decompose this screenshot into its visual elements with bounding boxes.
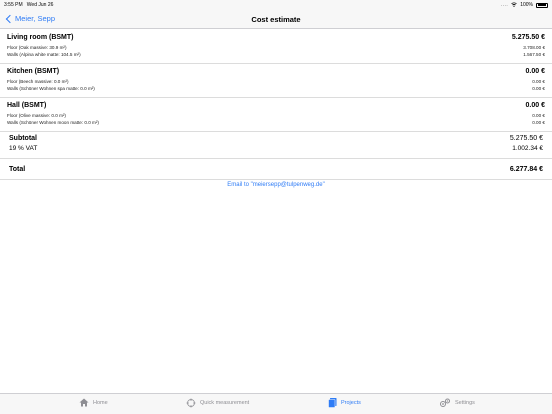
projects-icon — [328, 398, 337, 408]
status-right: ···· 100% — [500, 1, 548, 9]
room-name: Kitchen (BSMT) — [7, 68, 60, 75]
tab-projects-label: Projects — [341, 400, 361, 406]
battery-percent: 100% — [520, 2, 533, 8]
wifi-icon — [511, 1, 517, 9]
vat-label: 19 % VAT — [9, 145, 38, 152]
room-name: Hall (BSMT) — [7, 102, 47, 109]
walls-line-value: 0.00 € — [532, 120, 545, 125]
room-total: 5.275.50 € — [511, 34, 545, 41]
subtotal-section: Subtotal 5.275.50 € 19 % VAT 1.002.34 € — [0, 132, 552, 159]
room-section-living-room: Living room (BSMT) 5.275.50 € Floor (Oak… — [0, 30, 552, 64]
tab-settings[interactable]: Settings — [439, 398, 475, 408]
status-time: 3:55 PM Wed Jun 26 — [4, 1, 54, 8]
subtotal-value: 5.275.50 € — [509, 135, 543, 142]
walls-line-label: Walls (Schöner Wohnen spa matte: 0.0 m²) — [7, 86, 95, 91]
tab-settings-label: Settings — [455, 400, 475, 406]
battery-icon — [536, 2, 548, 8]
room-total: 0.00 € — [525, 102, 545, 109]
floor-line-label: Floor (Beech massive: 0.0 m²) — [7, 79, 69, 84]
vat-value: 1.002.34 € — [512, 145, 543, 152]
walls-line-value: 1.567.50 € — [523, 52, 545, 57]
crosshair-icon — [186, 398, 196, 408]
tab-quick-measurement[interactable]: Quick measurement — [186, 398, 249, 408]
floor-line-value: 3.708.00 € — [523, 45, 545, 50]
floor-line-value: 0.00 € — [532, 113, 545, 118]
tab-home-label: Home — [93, 399, 108, 406]
subtotal-label: Subtotal — [9, 135, 37, 142]
floor-line-value: 0.00 € — [532, 79, 545, 84]
total-label: Total — [9, 166, 26, 173]
walls-line-value: 0.00 € — [532, 86, 545, 91]
email-link[interactable]: Email to "meiersepp@tulpenweg.de" — [0, 182, 552, 188]
cost-estimate-list: Living room (BSMT) 5.275.50 € Floor (Oak… — [0, 30, 552, 180]
gear-icon — [440, 398, 450, 407]
total-value: 6.277.84 € — [509, 166, 543, 173]
walls-line-label: Walls (Schöner Wohnen moon matte: 0.0 m²… — [7, 120, 99, 125]
status-bar: 3:55 PM Wed Jun 26 ···· 100% — [0, 0, 552, 9]
tab-home[interactable]: Home — [79, 398, 108, 407]
tab-projects[interactable]: Projects — [328, 398, 361, 408]
signal-icon: ···· — [500, 2, 509, 8]
floor-line-label: Floor (Olive massive: 0.0 m²) — [7, 113, 66, 118]
room-total: 0.00 € — [525, 68, 545, 75]
total-section: Total 6.277.84 € — [0, 159, 552, 180]
floor-line-label: Floor (Oak massive: 30.9 m²) — [7, 45, 67, 50]
room-name: Living room (BSMT) — [7, 34, 74, 41]
room-section-kitchen: Kitchen (BSMT) 0.00 € Floor (Beech massi… — [0, 64, 552, 98]
tab-bar: Home Quick measurement Projects Settings — [0, 393, 552, 414]
room-section-hall: Hall (BSMT) 0.00 € Floor (Olive massive:… — [0, 98, 552, 132]
navigation-bar: Meier, Sepp Cost estimate — [0, 9, 552, 29]
walls-line-label: Walls (Alpina white matte: 104.5 m²) — [7, 52, 81, 57]
home-icon — [79, 398, 89, 407]
tab-quick-measurement-label: Quick measurement — [200, 400, 250, 406]
page-title: Cost estimate — [251, 14, 301, 24]
